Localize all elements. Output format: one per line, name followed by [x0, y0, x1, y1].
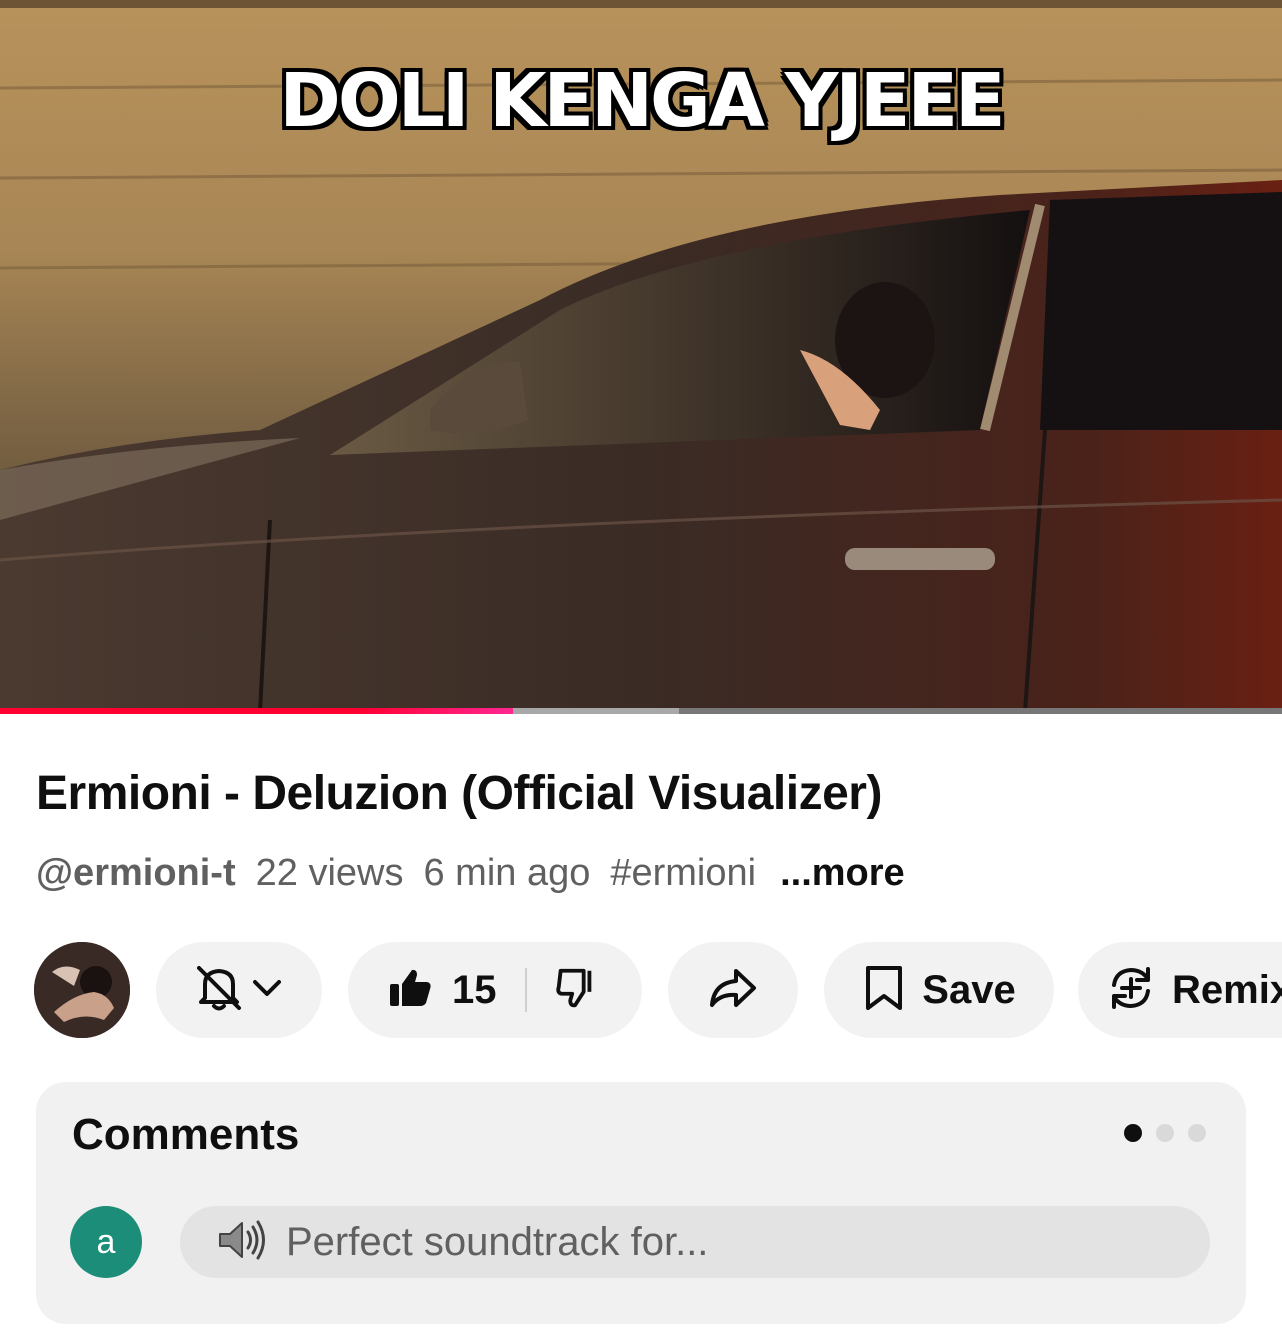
like-dislike-group: 15 [348, 942, 642, 1038]
save-button[interactable]: Save [824, 942, 1054, 1038]
video-details-sheet: Ermioni - Deluzion (Official Visualizer)… [0, 714, 1282, 1342]
subscribe-notifications-button[interactable] [156, 942, 322, 1038]
thumbs-down-icon [553, 965, 599, 1016]
video-title[interactable]: Ermioni - Deluzion (Official Visualizer) [36, 766, 882, 821]
more-button[interactable]: ...more [780, 852, 905, 894]
comments-title: Comments [72, 1110, 300, 1159]
share-icon [706, 961, 760, 1020]
like-button[interactable]: 15 [348, 964, 497, 1017]
pager-dot [1156, 1124, 1174, 1142]
pager-dot-active [1124, 1124, 1142, 1142]
bell-off-icon [191, 960, 247, 1021]
dislike-button[interactable] [553, 965, 599, 1016]
video-player[interactable]: DOLI KENGA YJEEE [0, 0, 1282, 712]
remix-icon [1104, 961, 1158, 1020]
speaker-icon [216, 1214, 268, 1271]
comments-card[interactable]: Comments a Perfect soundtrack for... [36, 1082, 1246, 1324]
save-label: Save [922, 967, 1016, 1012]
view-count: 22 views [255, 852, 404, 894]
upload-age: 6 min ago [423, 852, 591, 894]
thumbs-up-icon [386, 964, 434, 1017]
comment-placeholder: Perfect soundtrack for... [286, 1219, 709, 1264]
channel-handle[interactable]: @ermioni-t [36, 852, 236, 894]
channel-avatar[interactable] [34, 942, 130, 1038]
hashtag-link[interactable]: #ermioni [610, 852, 756, 894]
bookmark-icon [862, 964, 906, 1017]
video-caption: DOLI KENGA YJEEE [279, 58, 1005, 144]
pager-dot [1188, 1124, 1206, 1142]
like-divider [524, 968, 527, 1012]
remix-label: Remix [1172, 967, 1282, 1012]
avatar-image [34, 942, 130, 1038]
comments-pager [1124, 1124, 1206, 1142]
remix-button[interactable]: Remix [1078, 942, 1282, 1038]
user-avatar: a [70, 1206, 142, 1278]
video-metadata[interactable]: @ermioni-t 22 views 6 min ago #ermioni ...mo… [36, 852, 925, 895]
share-button[interactable] [668, 942, 798, 1038]
like-count: 15 [452, 967, 497, 1012]
add-comment-input[interactable]: Perfect soundtrack for... [180, 1206, 1210, 1278]
chevron-down-icon [247, 968, 287, 1013]
